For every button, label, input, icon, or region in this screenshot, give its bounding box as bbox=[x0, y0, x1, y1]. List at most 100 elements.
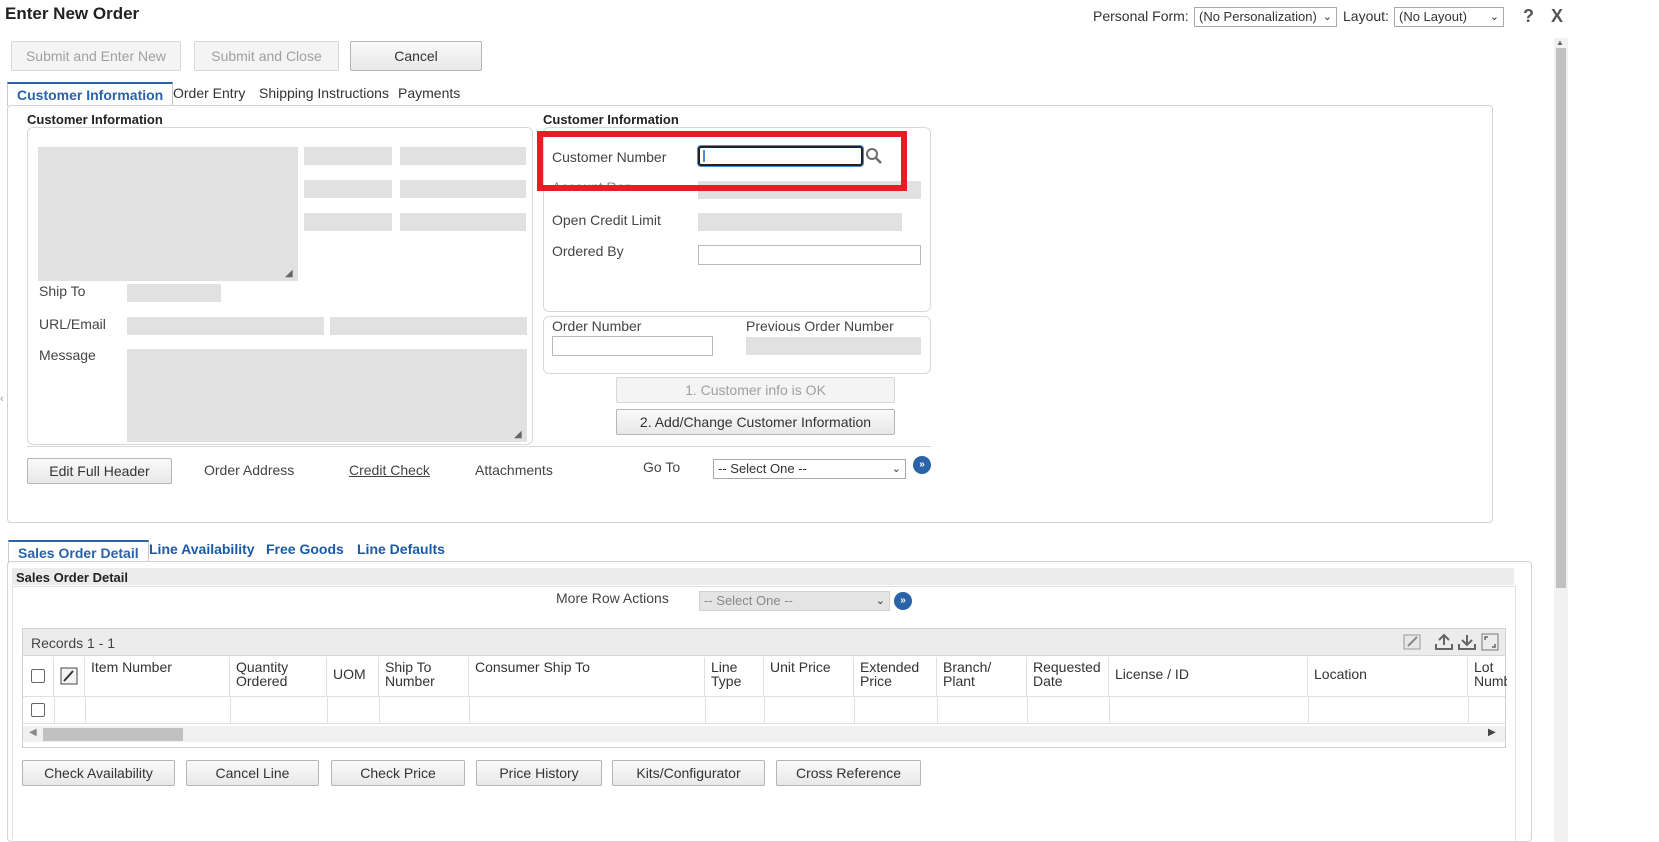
submit-and-enter-new-button[interactable]: Submit and Enter New bbox=[11, 41, 181, 71]
more-row-actions-select[interactable]: -- Select One -- ⌄ bbox=[699, 591, 890, 611]
cell-divider bbox=[1109, 697, 1110, 724]
phone-prefix-3 bbox=[304, 213, 392, 231]
cell-divider bbox=[854, 697, 855, 724]
scrollbar-thumb[interactable] bbox=[1556, 48, 1566, 588]
cross-reference-button[interactable]: Cross Reference bbox=[776, 760, 921, 786]
detail-heading: Sales Order Detail bbox=[16, 570, 128, 585]
attachments-link[interactable]: Attachments bbox=[475, 462, 553, 478]
tab-customer-information[interactable]: Customer Information bbox=[7, 82, 174, 106]
cell-divider bbox=[1468, 697, 1469, 724]
horizontal-scrollbar[interactable]: ◀ ▶ bbox=[23, 726, 1505, 742]
submit-and-close-button[interactable]: Submit and Close bbox=[194, 41, 339, 71]
edit-grid-icon[interactable] bbox=[1403, 633, 1423, 654]
cell-divider bbox=[85, 697, 86, 724]
cell-divider bbox=[54, 697, 55, 724]
select-all-cell bbox=[23, 657, 54, 696]
column-header[interactable]: Consumer Ship To bbox=[469, 657, 705, 696]
go-to-select[interactable]: -- Select One -- ⌄ bbox=[713, 459, 906, 479]
left-section-heading: Customer Information bbox=[27, 112, 163, 127]
tab-shipping-instructions[interactable]: Shipping Instructions bbox=[259, 85, 389, 101]
maximize-grid-icon[interactable] bbox=[1480, 632, 1500, 655]
layout-select[interactable]: (No Layout) ⌄ bbox=[1394, 7, 1504, 27]
message-label: Message bbox=[39, 347, 96, 363]
highlight-box bbox=[537, 131, 907, 191]
check-price-button[interactable]: Check Price bbox=[331, 760, 465, 786]
phone-number-1 bbox=[400, 147, 526, 165]
column-header[interactable]: Unit Price bbox=[764, 657, 854, 696]
tab-line-defaults[interactable]: Line Defaults bbox=[357, 541, 445, 557]
chevron-down-icon: ⌄ bbox=[1489, 11, 1499, 23]
add-change-customer-button[interactable]: 2. Add/Change Customer Information bbox=[616, 409, 895, 435]
cell-divider bbox=[230, 697, 231, 724]
message-field bbox=[127, 349, 527, 442]
scroll-right-icon[interactable]: ▶ bbox=[1488, 727, 1496, 738]
chevron-down-icon: ⌄ bbox=[875, 595, 885, 607]
ordered-by-input[interactable] bbox=[698, 245, 921, 265]
check-availability-button[interactable]: Check Availability bbox=[22, 760, 175, 786]
column-header[interactable]: Branch/ Plant bbox=[937, 657, 1027, 696]
download-icon[interactable] bbox=[1457, 633, 1477, 654]
column-header[interactable]: Requested Date bbox=[1027, 657, 1109, 696]
cell-divider bbox=[764, 697, 765, 724]
order-number-input[interactable] bbox=[552, 336, 713, 356]
edit-full-header-button[interactable]: Edit Full Header bbox=[27, 458, 172, 484]
help-icon[interactable]: ? bbox=[1523, 6, 1534, 27]
column-header[interactable]: Item Number bbox=[85, 657, 230, 696]
previous-order-number-label: Previous Order Number bbox=[746, 318, 894, 334]
cancel-button[interactable]: Cancel bbox=[350, 41, 482, 71]
upload-icon[interactable] bbox=[1434, 633, 1454, 654]
column-header[interactable]: License / ID bbox=[1109, 657, 1308, 696]
scroll-up-icon[interactable]: ▲ bbox=[1556, 38, 1564, 47]
resize-handle-icon[interactable]: ◢ bbox=[285, 268, 293, 279]
tab-payments[interactable]: Payments bbox=[398, 85, 460, 101]
column-header[interactable]: Location bbox=[1308, 657, 1468, 696]
tab-free-goods[interactable]: Free Goods bbox=[266, 541, 344, 557]
column-header[interactable]: Line Type bbox=[705, 657, 764, 696]
table-row[interactable] bbox=[23, 696, 1505, 724]
open-credit-limit-label: Open Credit Limit bbox=[552, 212, 661, 228]
url-field bbox=[127, 317, 324, 335]
phone-prefix-1 bbox=[304, 147, 392, 165]
tab-line-availability[interactable]: Line Availability bbox=[149, 541, 255, 557]
order-address-link[interactable]: Order Address bbox=[204, 462, 294, 478]
row-checkbox[interactable] bbox=[31, 703, 45, 717]
order-number-label: Order Number bbox=[552, 318, 642, 334]
go-arrow-icon[interactable]: » bbox=[913, 456, 931, 474]
scrollbar-thumb[interactable] bbox=[43, 728, 183, 741]
collapse-handle-icon[interactable]: ‹ bbox=[0, 393, 6, 413]
personal-form-label: Personal Form: bbox=[1093, 8, 1189, 24]
records-count: Records 1 - 1 bbox=[31, 635, 116, 651]
tab-order-entry[interactable]: Order Entry bbox=[173, 85, 245, 101]
page-title: Enter New Order bbox=[5, 4, 140, 23]
column-header[interactable]: Lot Numb bbox=[1468, 657, 1507, 696]
kits-configurator-button[interactable]: Kits/Configurator bbox=[612, 760, 765, 786]
detail-heading-bar bbox=[12, 568, 1514, 585]
go-arrow-icon[interactable]: » bbox=[894, 592, 912, 610]
cell-divider bbox=[469, 697, 470, 724]
cell-divider bbox=[1027, 697, 1028, 724]
scroll-left-icon[interactable]: ◀ bbox=[29, 727, 37, 738]
resize-handle-icon[interactable]: ◢ bbox=[514, 429, 522, 440]
chevron-down-icon: ⌄ bbox=[891, 463, 901, 475]
price-history-button[interactable]: Price History bbox=[476, 760, 602, 786]
column-header[interactable]: Ship To Number bbox=[379, 657, 469, 696]
close-icon[interactable]: X bbox=[1551, 6, 1563, 27]
cell-divider bbox=[327, 697, 328, 724]
column-header[interactable]: Extended Price bbox=[854, 657, 937, 696]
ordered-by-label: Ordered By bbox=[552, 243, 624, 259]
personal-form-select[interactable]: (No Personalization) ⌄ bbox=[1194, 7, 1337, 27]
select-all-checkbox[interactable] bbox=[31, 669, 45, 683]
phone-number-2 bbox=[400, 180, 526, 198]
customer-info-ok-button[interactable]: 1. Customer info is OK bbox=[616, 377, 895, 403]
previous-order-number-field bbox=[746, 337, 921, 355]
cancel-line-button[interactable]: Cancel Line bbox=[186, 760, 319, 786]
credit-check-link[interactable]: Credit Check bbox=[349, 462, 430, 478]
column-header[interactable]: UOM bbox=[327, 657, 379, 696]
ship-to-field bbox=[127, 284, 221, 302]
edit-row-icon[interactable] bbox=[60, 667, 78, 687]
column-header[interactable]: Quantity Ordered bbox=[230, 657, 327, 696]
right-section-heading: Customer Information bbox=[543, 112, 679, 127]
vertical-scrollbar[interactable]: ▲ bbox=[1554, 38, 1568, 842]
chevron-down-icon: ⌄ bbox=[1322, 11, 1332, 23]
grid-toolbar bbox=[23, 629, 1505, 656]
